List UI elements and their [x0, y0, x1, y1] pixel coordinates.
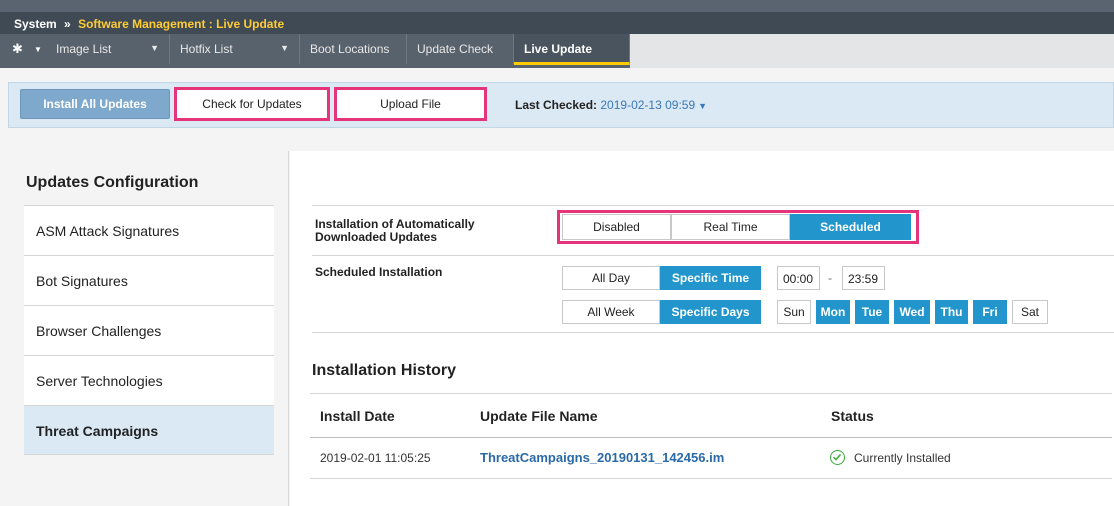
chevron-down-icon[interactable]: ▼	[698, 101, 707, 111]
last-checked-value[interactable]: 2019-02-13 09:59	[600, 98, 695, 112]
divider	[310, 478, 1112, 479]
tab-live-update[interactable]: Live Update	[514, 34, 630, 65]
top-stripe	[0, 0, 1114, 12]
last-checked: Last Checked: 2019-02-13 09:59 ▼	[515, 98, 707, 112]
column-header-install-date[interactable]: Install Date	[320, 408, 395, 424]
check-for-updates-button[interactable]: Check for Updates	[174, 87, 330, 121]
sidebar-item-threat-campaigns[interactable]: Threat Campaigns	[24, 405, 274, 455]
scheduled-installation-label: Scheduled Installation	[315, 265, 443, 279]
tab-boot-locations[interactable]: Boot Locations	[300, 34, 407, 64]
tab-hotfix-list[interactable]: Hotfix List ▼	[170, 34, 300, 64]
divider	[312, 332, 1114, 333]
install-all-updates-button[interactable]: Install All Updates	[20, 89, 170, 119]
day-sat[interactable]: Sat	[1012, 300, 1048, 324]
time-to-input[interactable]: 23:59	[842, 266, 885, 290]
time-from-input[interactable]: 00:00	[777, 266, 820, 290]
installation-history-title: Installation History	[312, 362, 457, 379]
chevron-down-icon[interactable]: ▼	[280, 43, 289, 53]
tab-label: Boot Locations	[310, 42, 390, 56]
tab-label: Update Check	[417, 42, 494, 56]
chevron-down-icon[interactable]: ▼	[150, 43, 159, 53]
check-circle-icon	[830, 450, 845, 465]
auto-install-disabled[interactable]: Disabled	[562, 214, 671, 240]
divider	[310, 437, 1112, 438]
day-tue[interactable]: Tue	[855, 300, 889, 324]
day-fri[interactable]: Fri	[973, 300, 1007, 324]
day-wed[interactable]: Wed	[894, 300, 930, 324]
sidebar-list: ASM Attack Signatures Bot Signatures Bro…	[24, 205, 274, 455]
time-all-day[interactable]: All Day	[562, 266, 660, 290]
column-header-update-file-name[interactable]: Update File Name	[480, 408, 597, 424]
day-thu[interactable]: Thu	[935, 300, 968, 324]
auto-install-real-time[interactable]: Real Time	[671, 214, 790, 240]
auto-install-label: Installation of Automatically Downloaded…	[315, 217, 475, 244]
breadcrumb-separator: »	[64, 17, 71, 31]
week-all-week[interactable]: All Week	[562, 300, 660, 324]
status-cell: Currently Installed	[854, 451, 951, 465]
breadcrumb: System » Software Management : Live Upda…	[0, 12, 1114, 34]
gear-icon[interactable]: ✱	[12, 41, 23, 57]
sidebar-item-bot-signatures[interactable]: Bot Signatures	[24, 255, 274, 305]
install-date-cell: 2019-02-01 11:05:25	[320, 451, 431, 465]
sidebar-item-server-technologies[interactable]: Server Technologies	[24, 355, 274, 405]
upload-file-button[interactable]: Upload File	[334, 87, 487, 121]
divider	[312, 205, 1114, 206]
sidebar-item-browser-challenges[interactable]: Browser Challenges	[24, 305, 274, 355]
breadcrumb-root[interactable]: System	[14, 17, 57, 31]
last-checked-label: Last Checked:	[515, 98, 598, 112]
tab-update-check[interactable]: Update Check	[407, 34, 514, 64]
time-specific-time[interactable]: Specific Time	[660, 266, 761, 290]
auto-install-scheduled[interactable]: Scheduled	[790, 214, 911, 240]
update-file-link[interactable]: ThreatCampaigns_20190131_142456.im	[480, 450, 724, 465]
column-header-status[interactable]: Status	[831, 408, 874, 424]
day-sun[interactable]: Sun	[777, 300, 811, 324]
tab-label: Hotfix List	[180, 42, 233, 56]
divider	[312, 255, 1114, 256]
tab-label: Live Update	[524, 42, 593, 56]
sidebar-item-asm-attack-signatures[interactable]: ASM Attack Signatures	[24, 205, 274, 255]
chevron-down-icon[interactable]: ▼	[34, 45, 42, 54]
breadcrumb-path: Software Management : Live Update	[78, 17, 285, 31]
divider	[310, 393, 1112, 394]
day-mon[interactable]: Mon	[816, 300, 850, 324]
sidebar-title: Updates Configuration	[26, 174, 199, 191]
tab-label: Image List	[56, 42, 112, 56]
week-specific-days[interactable]: Specific Days	[660, 300, 761, 324]
tab-image-list[interactable]: Image List ▼	[46, 34, 170, 64]
time-separator: -	[828, 271, 832, 285]
